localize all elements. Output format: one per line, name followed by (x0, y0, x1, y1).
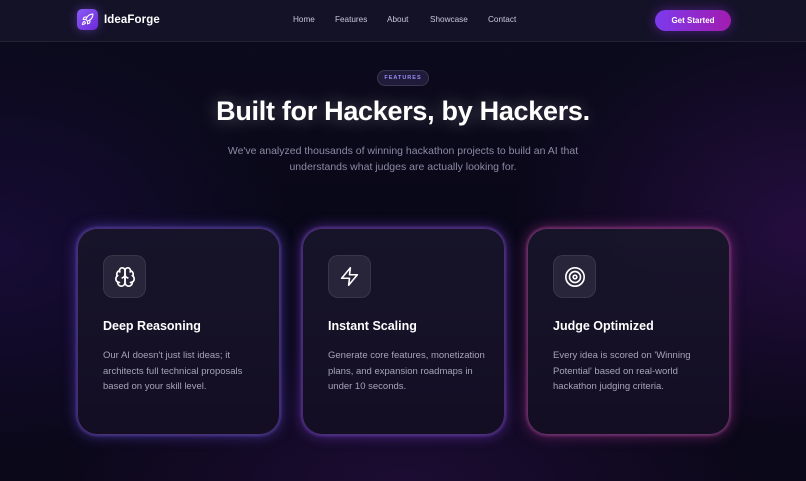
feature-card-deep-reasoning: Deep Reasoning Our AI doesn't just list … (77, 228, 280, 435)
nav-link-about[interactable]: About (387, 15, 408, 24)
target-icon (553, 255, 596, 298)
nav-link-contact[interactable]: Contact (488, 15, 516, 24)
nav-link-features[interactable]: Features (335, 15, 367, 24)
page-title: Built for Hackers, by Hackers. (216, 96, 590, 126)
navbar: IdeaForge Home Features About Showcase C… (0, 0, 806, 42)
get-started-button[interactable]: Get Started (655, 10, 731, 31)
feature-description: Generate core features, monetization pla… (328, 350, 485, 392)
feature-title: Judge Optimized (553, 319, 654, 333)
feature-card-judge-optimized: Judge Optimized Every idea is scored on … (527, 228, 730, 435)
feature-title: Instant Scaling (328, 319, 417, 333)
nav-link-showcase[interactable]: Showcase (430, 15, 468, 24)
lightning-icon (328, 255, 371, 298)
feature-description: Our AI doesn't just list ideas; it archi… (103, 350, 243, 392)
hero-subtitle: We've analyzed thousands of winning hack… (227, 145, 579, 173)
feature-description: Every idea is scored on 'Winning Potenti… (553, 350, 691, 392)
feature-card-instant-scaling: Instant Scaling Generate core features, … (302, 228, 505, 435)
brain-icon (103, 255, 146, 298)
feature-title: Deep Reasoning (103, 319, 201, 333)
features-badge: FEATURES (377, 70, 429, 86)
nav-link-home[interactable]: Home (293, 15, 315, 24)
